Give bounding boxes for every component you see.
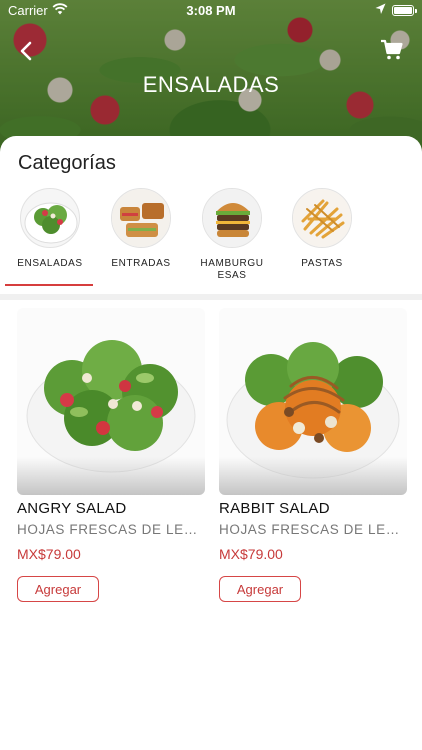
product-image [17,308,205,495]
content-sheet: Categorías ENSALADAS ENTRADAS HAMBURGUES… [0,136,422,750]
category-label: ENSALADAS [17,258,83,269]
clock: 3:08 PM [186,3,236,18]
section-divider [0,294,422,300]
product-image [219,308,407,495]
active-tab-indicator [5,284,93,286]
category-entradas[interactable]: ENTRADAS [96,186,186,290]
category-pastas[interactable]: PASTAS [277,186,367,290]
back-icon[interactable] [14,38,40,64]
product-price: MX$79.00 [219,546,283,562]
location-icon [375,3,386,14]
category-ensaladas[interactable]: ENSALADAS [5,186,95,290]
product-price: MX$79.00 [17,546,81,562]
category-hamburguesas[interactable]: HAMBURGUESAS [187,186,277,290]
starters-thumbnail [111,188,171,248]
category-carousel[interactable]: ENSALADAS ENTRADAS HAMBURGUESAS PASTAS [0,186,422,290]
page-title: ENSALADAS [142,72,280,97]
category-label: HAMBURGUESAS [200,258,264,281]
add-to-cart-button[interactable]: Agregar [17,576,99,602]
category-label: PASTAS [301,258,343,269]
categories-title: Categorías [18,152,116,174]
add-to-cart-button[interactable]: Agregar [219,576,301,602]
salad-thumbnail [20,188,80,248]
battery-icon [392,5,417,16]
product-name: RABBIT SALAD [219,500,330,517]
product-description: HOJAS FRESCAS DE LECHUGA [219,522,407,537]
category-label: ENTRADAS [111,258,171,269]
pasta-thumbnail [292,188,352,248]
product-name: ANGRY SALAD [17,500,127,517]
burger-thumbnail [202,188,262,248]
product-description: HOJAS FRESCAS DE LECHUGA [17,522,205,537]
cart-icon[interactable] [380,38,404,62]
status-bar: Carrier 3:08 PM [0,0,422,22]
